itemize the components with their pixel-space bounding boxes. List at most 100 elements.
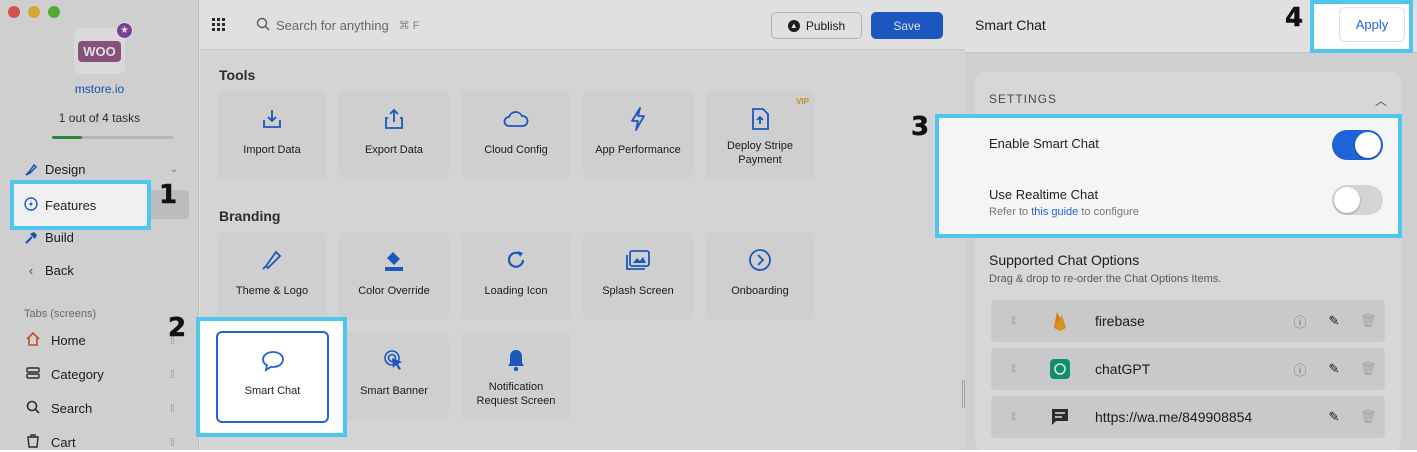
tab-cart[interactable]: Cart ⁞⁞	[24, 433, 175, 452]
search-field[interactable]: Search for anything ⌘ F	[256, 17, 420, 34]
tile-export-data[interactable]: Export Data	[339, 91, 449, 179]
tile-label: Loading Icon	[484, 285, 548, 297]
guide-link[interactable]: this guide	[1031, 206, 1078, 218]
cloud-icon	[503, 104, 529, 134]
chat-option-label: https://wa.me/849908854	[1095, 409, 1253, 425]
search-icon	[256, 17, 270, 34]
drag-handle-icon[interactable]: ⁞⁞	[170, 403, 175, 415]
chat-options-hint: Drag & drop to re-order the Chat Options…	[989, 273, 1222, 285]
edit-icon[interactable]: ✎	[1317, 361, 1351, 377]
tile-deploy-stripe-payment[interactable]: VIP Deploy Stripe Payment	[705, 91, 815, 179]
smart-chat-tile-label: Smart Chat	[244, 385, 301, 397]
tile-onboarding[interactable]: Onboarding	[705, 232, 815, 320]
store-logo[interactable]: WOO ★	[74, 22, 133, 74]
info-icon[interactable]: ⓘ	[1283, 312, 1317, 331]
apps-grid-icon[interactable]	[212, 18, 226, 35]
info-icon[interactable]: ⓘ	[1283, 360, 1317, 379]
tab-home-label: Home	[51, 333, 86, 348]
annotation-number: 1	[159, 180, 178, 211]
drag-handle-icon[interactable]: ⁞⁞	[991, 412, 1035, 423]
nav-back-label: Back	[45, 263, 74, 278]
chat-option-row[interactable]: ⁞⁞ firebase ⓘ ✎ 🗑	[991, 300, 1385, 342]
tile-label: Deploy Stripe Payment	[726, 140, 794, 166]
bell-icon	[505, 345, 527, 375]
brush-icon	[24, 163, 38, 177]
nav-build[interactable]: Build	[24, 230, 74, 245]
tile-label: Import Data	[243, 144, 301, 156]
drag-handle-icon[interactable]: ⁞⁞	[991, 316, 1035, 327]
close-window-button[interactable]	[8, 6, 20, 18]
tile-label: Onboarding	[731, 285, 789, 297]
save-button[interactable]: Save	[871, 12, 943, 39]
file-upload-icon	[750, 104, 770, 134]
edit-icon[interactable]: ✎	[1317, 313, 1351, 329]
highlight-smart-chat[interactable]: Smart Chat	[196, 317, 347, 437]
tile-notification-request-screen[interactable]: Notification Request Screen	[461, 332, 571, 420]
tab-category[interactable]: Category ⁞⁞	[24, 365, 175, 384]
chat-option-label: chatGPT	[1095, 361, 1151, 377]
drag-handle-icon[interactable]: ⁞⁞	[991, 364, 1035, 375]
tab-cart-label: Cart	[51, 435, 76, 450]
nav-design[interactable]: Design	[24, 162, 85, 177]
nav-back[interactable]: ‹ Back	[24, 263, 74, 278]
chat-option-row[interactable]: ⁞⁞ https://wa.me/849908854 ✎ 🗑	[991, 396, 1385, 438]
highlight-features-label: Features	[45, 197, 97, 213]
annotation-number: 3	[911, 112, 930, 143]
store-name[interactable]: mstore.io	[0, 82, 199, 96]
edit-icon[interactable]: ✎	[1317, 409, 1351, 425]
tile-import-data[interactable]: Import Data	[217, 91, 327, 179]
toggle-knob	[1355, 132, 1381, 158]
branding-section-title: Branding	[219, 208, 281, 224]
zoom-window-button[interactable]	[48, 6, 60, 18]
chat-option-row[interactable]: ⁞⁞ chatGPT ⓘ ✎ 🗑	[991, 348, 1385, 390]
drag-handle-icon[interactable]: ⁞⁞	[170, 437, 175, 449]
tile-color-override[interactable]: Color Override	[339, 232, 449, 320]
trash-icon[interactable]: 🗑	[1351, 313, 1385, 329]
tab-search[interactable]: Search ⁞⁞	[24, 399, 175, 418]
tile-smart-banner[interactable]: Smart Banner	[339, 332, 449, 420]
drag-handle-icon[interactable]: ⁞⁞	[170, 369, 175, 381]
tile-loading-icon[interactable]: Loading Icon	[461, 232, 571, 320]
chevron-up-icon[interactable]: ︿	[1375, 92, 1387, 109]
tile-label: Color Override	[358, 285, 430, 297]
tile-label: Theme & Logo	[235, 285, 309, 297]
window-controls	[8, 6, 60, 18]
smart-chat-tile-highlighted[interactable]: Smart Chat	[216, 331, 329, 423]
trash-icon[interactable]: 🗑	[1351, 409, 1385, 425]
chat-bubble-icon	[260, 346, 286, 376]
highlight-settings: Enable Smart Chat Use Realtime Chat Refe…	[935, 114, 1402, 238]
cart-icon	[24, 433, 42, 452]
refresh-icon	[505, 245, 527, 275]
top-toolbar: Search for anything ⌘ F ▲ Publish Save	[200, 0, 965, 50]
apply-button[interactable]: Apply	[1339, 7, 1405, 42]
highlight-features[interactable]: Features	[10, 180, 151, 230]
tile-label: App Performance	[595, 144, 681, 156]
tile-label: Notification Request Screen	[476, 381, 556, 407]
search-icon	[24, 399, 42, 418]
settings-header[interactable]: SETTINGS	[989, 92, 1057, 106]
tasks-progress-fill	[52, 136, 83, 139]
tasks-status: 1 out of 4 tasks	[58, 111, 141, 125]
message-icon	[1035, 408, 1085, 426]
star-badge-icon: ★	[116, 22, 133, 39]
publish-button[interactable]: ▲ Publish	[771, 12, 862, 39]
hammer-icon	[24, 231, 38, 245]
realtime-chat-label: Use Realtime Chat	[989, 187, 1099, 202]
home-icon	[24, 331, 42, 350]
tile-splash-screen[interactable]: Splash Screen	[583, 232, 693, 320]
realtime-chat-toggle[interactable]	[1332, 185, 1383, 215]
chevron-down-icon[interactable]: ⌄	[170, 164, 178, 175]
tab-home[interactable]: Home ⁞⁞	[24, 331, 175, 350]
tile-theme-logo[interactable]: Theme & Logo	[217, 232, 327, 320]
minimize-window-button[interactable]	[28, 6, 40, 18]
woo-logo-text: WOO	[78, 40, 121, 62]
search-placeholder: Search for anything	[276, 18, 389, 33]
trash-icon[interactable]: 🗑	[1351, 361, 1385, 377]
tile-cloud-config[interactable]: Cloud Config	[461, 91, 571, 179]
enable-smart-chat-toggle[interactable]	[1332, 130, 1383, 160]
paint-bucket-icon	[382, 245, 406, 275]
highlight-apply[interactable]: Apply	[1310, 0, 1413, 53]
tile-label: Smart Banner	[360, 385, 428, 397]
paintbrush-icon	[260, 245, 284, 275]
tile-app-performance[interactable]: App Performance	[583, 91, 693, 179]
